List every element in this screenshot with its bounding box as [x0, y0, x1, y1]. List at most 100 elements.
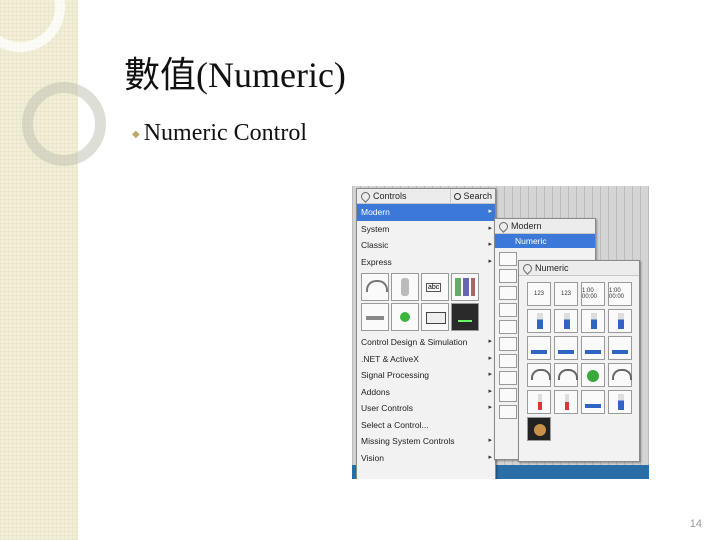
menu-item-label: Express [361, 256, 392, 267]
menu-item-vision[interactable]: Vision ▸ [357, 450, 495, 467]
array-category-icon[interactable] [499, 286, 517, 300]
search-icon [454, 192, 462, 200]
horizontal-scrollbar-icon[interactable] [581, 390, 605, 414]
vertical-fill-slide-icon[interactable] [527, 309, 551, 333]
modern-category-icons [495, 248, 519, 419]
search-label: Search [463, 191, 492, 201]
menu-item-label: Signal Processing [361, 370, 430, 380]
submenu-arrow-icon: ▸ [488, 257, 492, 265]
menu-item-missing-system-controls[interactable]: Missing System Controls ▸ [357, 433, 495, 450]
boolean-category-icon[interactable] [499, 269, 517, 283]
menu-item-addons[interactable]: Addons ▸ [357, 384, 495, 401]
modern-palette-header: Modern [495, 219, 595, 234]
menu-item-select-control[interactable]: Select a Control... [357, 417, 495, 434]
tank-icon[interactable] [527, 390, 551, 414]
submenu-arrow-icon: ▸ [488, 437, 492, 444]
menu-item-classic[interactable]: Classic ▸ [357, 237, 495, 254]
gauge-icon[interactable] [608, 363, 632, 387]
time-stamp-indicator-icon[interactable]: 1:00 00:00 [608, 282, 632, 306]
vertical-scrollbar-icon[interactable] [608, 390, 632, 414]
string-control-icon[interactable] [421, 273, 449, 301]
labview-screenshot: Controls Search Modern ▸ System ▸ Classi… [352, 186, 649, 479]
knob-gauge-icon[interactable] [361, 273, 389, 301]
menu-item-system[interactable]: System ▸ [357, 221, 495, 238]
refnum-category-icon[interactable] [499, 388, 517, 402]
meter-icon[interactable] [581, 363, 605, 387]
io-category-icon[interactable] [499, 371, 517, 385]
list-table-category-icon[interactable] [499, 303, 517, 317]
pin-icon[interactable] [521, 261, 534, 275]
menu-item-express[interactable]: Express ▸ [357, 254, 495, 271]
slide-title: 數值(Numeric) [124, 55, 346, 95]
search-button[interactable]: Search [450, 189, 495, 203]
horizontal-pointer-slide-icon[interactable] [554, 336, 578, 360]
submenu-arrow-icon: ▸ [488, 338, 492, 345]
variant-category-icon[interactable] [499, 405, 517, 419]
horizontal-graduated-bar-icon[interactable] [608, 336, 632, 360]
menu-item-label: Addons [361, 386, 390, 397]
numeric-indicator-icon[interactable]: 123 [554, 282, 578, 306]
framed-color-box-icon[interactable] [527, 417, 551, 441]
modern-item-numeric[interactable]: Numeric [495, 234, 595, 248]
graph-category-icon[interactable] [499, 320, 517, 334]
submenu-arrow-icon: ▸ [488, 371, 492, 378]
path-control-icon[interactable] [421, 303, 449, 331]
bullet-item: ◆ Numeric Control [132, 120, 307, 147]
submenu-arrow-icon: ▸ [488, 387, 492, 395]
menu-item-signal-processing[interactable]: Signal Processing ▸ [357, 367, 495, 384]
modern-palette-title: Modern [511, 221, 542, 231]
menu-item-label: User Controls [361, 403, 413, 413]
menu-item-control-design[interactable]: Control Design & Simulation ▸ [357, 334, 495, 351]
submenu-arrow-icon: ▸ [488, 404, 492, 411]
decorative-ring [22, 82, 106, 166]
menu-item-modern[interactable]: Modern ▸ [357, 204, 495, 221]
horizontal-fill-slide-icon[interactable] [527, 336, 551, 360]
numeric-palette: Numeric 123 123 1:00 00:00 1:00 00:00 [518, 260, 640, 462]
graph-palette-icon[interactable] [451, 273, 479, 301]
submenu-arrow-icon: ▸ [488, 224, 492, 232]
menu-item-label: Modern [361, 207, 390, 217]
vertical-graduated-bar-icon[interactable] [608, 309, 632, 333]
horizontal-progress-bar-icon[interactable] [581, 336, 605, 360]
container-category-icon[interactable] [499, 354, 517, 368]
modern-item-label: Numeric [515, 236, 547, 246]
numeric-indicator-label: 123 [560, 291, 571, 297]
express-icon-grid [357, 270, 495, 334]
menu-item-label: Missing System Controls [361, 436, 455, 446]
bullet-icon: ◆ [132, 128, 140, 140]
dial-icon[interactable] [554, 363, 578, 387]
thermometer-category-icon[interactable] [499, 252, 517, 266]
menu-item-user-controls[interactable]: User Controls ▸ [357, 400, 495, 417]
menu-item-dotnet-activex[interactable]: .NET & ActiveX ▸ [357, 351, 495, 368]
submenu-arrow-icon: ▸ [488, 241, 492, 248]
bullet-text: Numeric Control [143, 120, 308, 146]
numeric-control-label: 123 [533, 291, 544, 297]
submenu-arrow-icon: ▸ [488, 453, 492, 461]
pin-icon[interactable] [497, 219, 510, 233]
slide-control-icon[interactable] [391, 273, 419, 301]
ring-enum-category-icon[interactable] [499, 337, 517, 351]
pin-icon[interactable] [359, 189, 372, 203]
page-number: 14 [689, 518, 702, 530]
horizontal-slider-icon[interactable] [361, 303, 389, 331]
vertical-progress-bar-icon[interactable] [581, 309, 605, 333]
numeric-controls-grid: 123 123 1:00 00:00 1:00 00:00 [519, 276, 639, 447]
time-stamp-control-label: 1:00 00:00 [582, 288, 598, 300]
vertical-pointer-slide-icon[interactable] [554, 309, 578, 333]
time-stamp-indicator-label: 1:00 00:00 [609, 288, 625, 300]
menu-item-label: Vision [361, 452, 384, 463]
menu-item-label: .NET & ActiveX [361, 353, 419, 364]
knob-icon[interactable] [527, 363, 551, 387]
submenu-arrow-icon: ▸ [488, 354, 492, 362]
menu-item-label: Select a Control... [361, 419, 429, 430]
numeric-control-icon[interactable]: 123 [527, 282, 551, 306]
submenu-arrow-icon: ▸ [488, 208, 492, 215]
numeric-palette-title: Numeric [535, 263, 569, 273]
controls-palette: Controls Search Modern ▸ System ▸ Classi… [356, 188, 496, 479]
thermometer-icon[interactable] [554, 390, 578, 414]
time-stamp-control-icon[interactable]: 1:00 00:00 [581, 282, 605, 306]
led-indicator-icon[interactable] [391, 303, 419, 331]
decorative-ring [0, 0, 65, 52]
menu-item-label: System [361, 223, 390, 234]
waveform-chart-icon[interactable] [451, 303, 479, 331]
